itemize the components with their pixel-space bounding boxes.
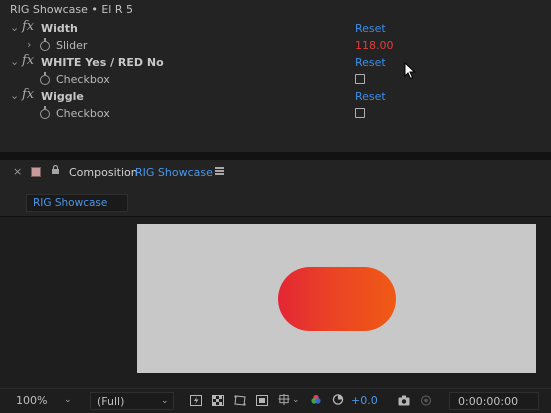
exposure-value[interactable]: +0.0	[351, 394, 378, 407]
reset-button[interactable]: Reset	[355, 56, 386, 69]
chevron-down-icon[interactable]: ⌄	[292, 395, 300, 405]
tab-rig-showcase[interactable]: RIG Showcase	[26, 194, 128, 212]
effect-row-width[interactable]: ⌄ fx Width Reset	[0, 19, 551, 37]
chevron-right-icon[interactable]: ›	[27, 38, 31, 51]
timecode-value: 0:00:00:00	[458, 395, 519, 408]
reset-button[interactable]: Reset	[355, 22, 386, 35]
fx-icon[interactable]: fx	[22, 53, 34, 68]
label-color-swatch[interactable]	[31, 167, 41, 177]
mouse-cursor-icon	[404, 62, 416, 80]
effect-name: Wiggle	[41, 90, 84, 103]
region-of-interest-icon[interactable]	[256, 395, 268, 406]
chevron-down-icon[interactable]: ⌄	[10, 89, 19, 102]
reset-button[interactable]: Reset	[355, 90, 386, 103]
chevron-down-icon: ⌄	[64, 395, 72, 405]
panel-separator	[0, 152, 551, 160]
effect-name: WHITE Yes / RED No	[41, 56, 164, 69]
chevron-down-icon: ⌄	[161, 396, 169, 406]
timecode-field[interactable]: 0:00:00:00	[449, 392, 539, 410]
lock-icon[interactable]	[51, 165, 60, 174]
effect-name: Width	[41, 22, 78, 35]
transparency-grid-icon[interactable]	[212, 395, 224, 406]
property-row-checkbox: Checkbox	[0, 71, 551, 88]
stopwatch-icon[interactable]	[40, 38, 50, 51]
resolution-dropdown[interactable]: (Full) ⌄	[90, 392, 174, 410]
composition-panel-header: × Composition RIG Showcase	[0, 160, 551, 184]
property-row-checkbox: Checkbox	[0, 105, 551, 122]
rgb-channels-icon[interactable]	[310, 394, 322, 405]
close-icon[interactable]: ×	[13, 165, 22, 178]
composition-canvas[interactable]	[137, 224, 536, 373]
property-row-slider: › Slider 118.00	[0, 37, 551, 54]
zoom-dropdown[interactable]: 100% ⌄	[10, 392, 74, 408]
zoom-value: 100%	[16, 394, 48, 407]
property-label: Checkbox	[56, 107, 110, 120]
effect-row-white-red[interactable]: ⌄ fx WHITE Yes / RED No Reset	[0, 53, 551, 71]
snapshot-camera-icon[interactable]	[398, 395, 410, 406]
fast-previews-icon[interactable]	[190, 395, 202, 406]
stopwatch-icon[interactable]	[40, 106, 50, 119]
viewer-toolbar: 100% ⌄ (Full) ⌄ ⌄ +0.0 0:00:00:00	[0, 388, 551, 413]
effect-controls-panel: RIG Showcase • El R 5 ⌄ fx Width Reset ›…	[0, 0, 551, 152]
composition-viewer[interactable]	[0, 217, 551, 387]
grid-guides-icon[interactable]	[278, 394, 290, 405]
chevron-down-icon[interactable]: ⌄	[10, 55, 19, 68]
tab-label: RIG Showcase	[33, 197, 108, 209]
composition-panel: × Composition RIG Showcase RIG Showcase …	[0, 160, 551, 413]
panel-title-row: RIG Showcase • El R 5	[0, 0, 551, 19]
property-label: Checkbox	[56, 73, 110, 86]
composition-name[interactable]: RIG Showcase	[135, 166, 213, 179]
composition-label: Composition	[69, 166, 138, 179]
slider-value[interactable]: 118.00	[355, 39, 394, 52]
chevron-down-icon[interactable]: ⌄	[10, 21, 19, 34]
show-snapshot-icon[interactable]	[420, 395, 432, 406]
checkbox[interactable]	[355, 108, 365, 118]
stopwatch-icon[interactable]	[40, 72, 50, 85]
checkbox[interactable]	[355, 74, 365, 84]
effect-row-wiggle[interactable]: ⌄ fx Wiggle Reset	[0, 87, 551, 105]
panel-title: RIG Showcase • El R 5	[10, 3, 133, 16]
property-label: Slider	[56, 39, 88, 52]
reset-exposure-icon[interactable]	[332, 394, 344, 405]
gradient-pill-shape[interactable]	[278, 267, 396, 331]
fx-icon[interactable]: fx	[22, 87, 34, 102]
fx-icon[interactable]: fx	[22, 19, 34, 34]
resolution-value: (Full)	[97, 395, 125, 408]
mask-visibility-icon[interactable]	[234, 395, 246, 406]
hamburger-menu-icon[interactable]	[215, 166, 224, 175]
